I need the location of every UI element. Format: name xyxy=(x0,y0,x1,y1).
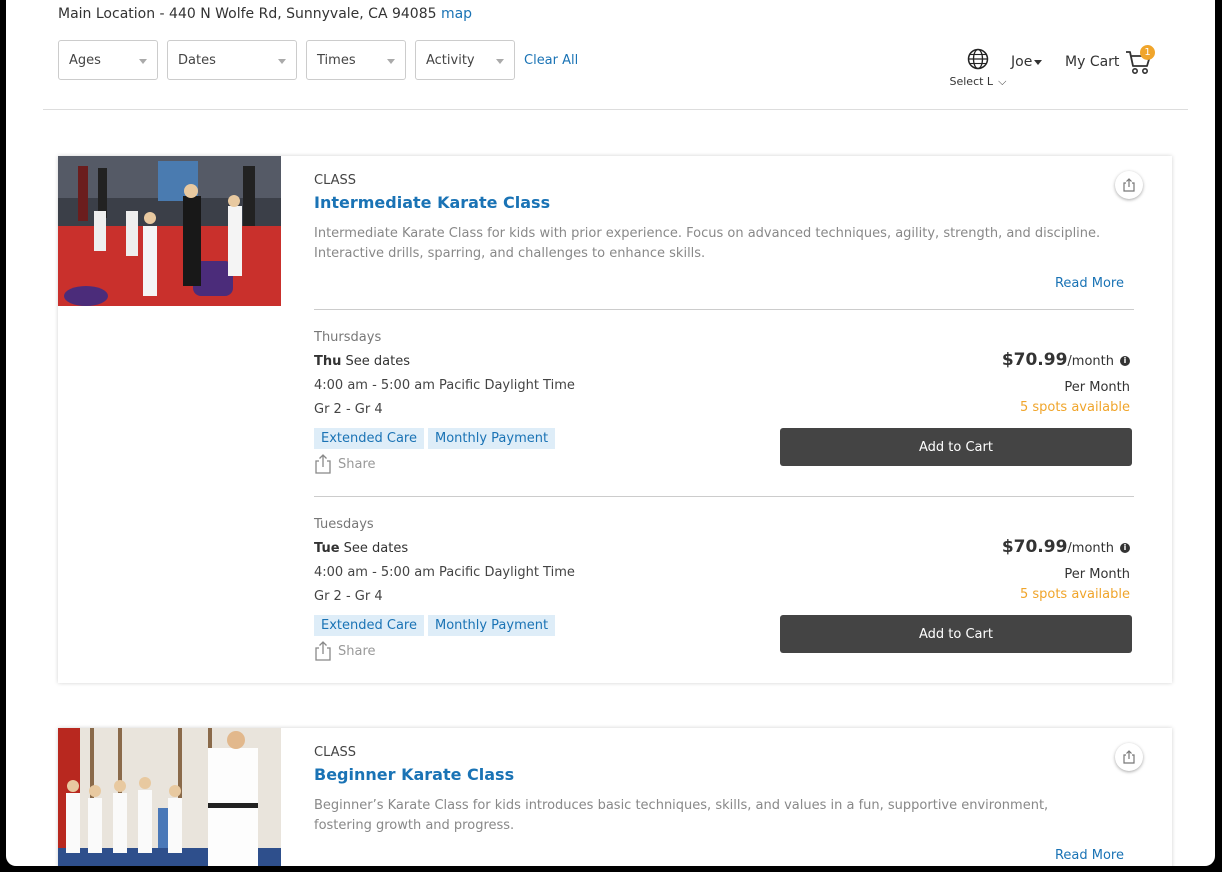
session-day-short: Tue xyxy=(314,541,340,556)
times-filter[interactable]: Times xyxy=(306,40,406,80)
share-icon xyxy=(1123,750,1135,764)
dates-filter[interactable]: Dates xyxy=(167,40,297,80)
class-description: Beginner’s Karate Class for kids introdu… xyxy=(314,798,1049,833)
session-price: $70.99/month i xyxy=(1002,537,1130,557)
chevron-down-icon: ⌵ xyxy=(998,75,1007,88)
user-menu[interactable]: Joe xyxy=(1011,54,1043,70)
add-to-cart-button[interactable]: Add to Cart xyxy=(780,615,1132,653)
globe-icon xyxy=(967,48,989,70)
session-divider xyxy=(314,496,1134,497)
map-link[interactable]: map xyxy=(441,6,472,22)
tag-monthly-payment: Monthly Payment xyxy=(427,615,556,636)
share-label: Share xyxy=(338,643,376,659)
chevron-down-icon xyxy=(278,59,286,64)
session-dates[interactable]: Tue See dates xyxy=(314,541,408,556)
share-icon xyxy=(1123,178,1135,192)
cart-label[interactable]: My Cart xyxy=(1065,54,1119,70)
class-image xyxy=(58,728,281,866)
times-filter-label: Times xyxy=(317,53,356,68)
location-text: Main Location - 440 N Wolfe Rd, Sunnyval… xyxy=(58,6,437,22)
ages-filter[interactable]: Ages xyxy=(58,40,158,80)
info-icon[interactable]: i xyxy=(1120,355,1130,366)
read-more-link[interactable]: Read More xyxy=(1055,276,1124,291)
location-line: Main Location - 440 N Wolfe Rd, Sunnyval… xyxy=(58,6,472,22)
share-link[interactable]: Share xyxy=(314,454,376,474)
session-grades: Gr 2 - Gr 4 xyxy=(314,589,383,604)
share-icon-button[interactable] xyxy=(1115,743,1143,771)
caret-down-icon xyxy=(1034,59,1043,65)
cart-count-badge: 1 xyxy=(1140,45,1155,60)
language-label: Select L xyxy=(949,75,994,88)
session-day-short: Thu xyxy=(314,354,342,369)
session-dates[interactable]: Thu See dates xyxy=(314,354,410,369)
class-card: CLASS Beginner Karate Class Beginner’s K… xyxy=(58,728,1172,866)
class-type: CLASS xyxy=(314,173,357,188)
session-grades: Gr 2 - Gr 4 xyxy=(314,402,383,417)
activity-filter-label: Activity xyxy=(426,53,475,68)
price-amount: $70.99 xyxy=(1001,350,1068,370)
session-day: Thursdays xyxy=(314,330,382,345)
spots-available: 5 spots available xyxy=(1019,400,1130,415)
class-card: CLASS Intermediate Karate Class Intermed… xyxy=(58,156,1172,683)
session-tags: Extended Care Monthly Payment xyxy=(314,428,559,449)
ages-filter-label: Ages xyxy=(69,53,101,68)
see-dates-link[interactable]: See dates xyxy=(344,541,408,556)
class-title[interactable]: Beginner Karate Class xyxy=(314,765,514,784)
read-more-link[interactable]: Read More xyxy=(1055,848,1124,863)
session-time: 4:00 am - 5:00 am Pacific Daylight Time xyxy=(314,565,575,580)
see-dates-link[interactable]: See dates xyxy=(346,354,410,369)
class-type: CLASS xyxy=(314,745,357,760)
class-title[interactable]: Intermediate Karate Class xyxy=(314,193,550,212)
clear-all-link[interactable]: Clear All xyxy=(524,53,578,68)
dates-filter-label: Dates xyxy=(178,53,216,68)
session-day: Tuesdays xyxy=(314,517,374,532)
tag-extended-care: Extended Care xyxy=(314,615,424,636)
price-unit: /month xyxy=(1067,354,1114,369)
share-label: Share xyxy=(338,456,376,472)
section-divider xyxy=(314,309,1134,310)
chevron-down-icon xyxy=(387,59,395,64)
activity-filter[interactable]: Activity xyxy=(415,40,515,80)
share-icon xyxy=(315,454,331,474)
price-unit: /month xyxy=(1067,541,1114,556)
tag-extended-care: Extended Care xyxy=(314,428,424,449)
page: Main Location - 440 N Wolfe Rd, Sunnyval… xyxy=(6,0,1215,866)
session-price: $70.99/month i xyxy=(1002,350,1130,370)
session-block: Thursdays Thu See dates 4:00 am - 5:00 a… xyxy=(314,330,1134,500)
header-divider xyxy=(43,109,1188,110)
share-link[interactable]: Share xyxy=(314,641,376,661)
class-image xyxy=(58,156,281,306)
billing-period: Per Month xyxy=(1064,380,1130,395)
session-block: Tuesdays Tue See dates 4:00 am - 5:00 am… xyxy=(314,517,1134,687)
info-icon[interactable]: i xyxy=(1120,542,1130,553)
chevron-down-icon xyxy=(139,59,147,64)
spots-available: 5 spots available xyxy=(1019,587,1130,602)
share-icon-button[interactable] xyxy=(1115,171,1143,199)
class-description: Intermediate Karate Class for kids with … xyxy=(314,226,1101,261)
filter-bar: Ages Dates Times Activity Clear All xyxy=(58,40,578,80)
share-icon xyxy=(315,641,331,661)
user-name: Joe xyxy=(1011,54,1033,70)
tag-monthly-payment: Monthly Payment xyxy=(427,428,556,449)
add-to-cart-button[interactable]: Add to Cart xyxy=(780,428,1132,466)
session-tags: Extended Care Monthly Payment xyxy=(314,615,559,636)
price-amount: $70.99 xyxy=(1001,537,1068,557)
billing-period: Per Month xyxy=(1064,567,1130,582)
chevron-down-icon xyxy=(496,59,504,64)
language-selector[interactable]: Select L ⌵ xyxy=(948,48,1008,89)
session-time: 4:00 am - 5:00 am Pacific Daylight Time xyxy=(314,378,575,393)
